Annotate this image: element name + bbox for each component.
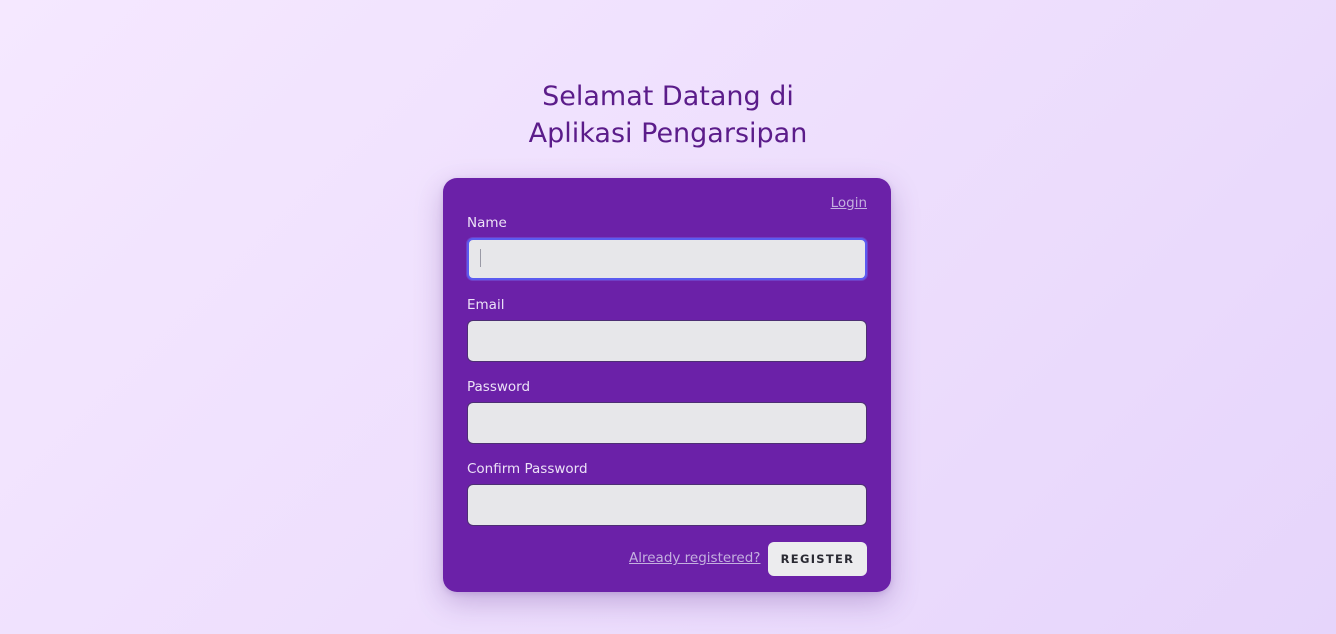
password-input[interactable]	[467, 402, 867, 444]
email-input[interactable]	[467, 320, 867, 362]
register-button[interactable]: REGISTER	[768, 542, 867, 576]
name-label: Name	[467, 215, 507, 231]
already-registered-link[interactable]: Already registered?	[629, 550, 760, 566]
confirm-password-label: Confirm Password	[467, 461, 588, 477]
page-title-line-2: Aplikasi Pengarsipan	[528, 118, 808, 149]
page-title-line-1: Selamat Datang di	[542, 81, 794, 112]
text-caret	[480, 249, 481, 267]
register-card: Login Name Email Password Confirm Passwo…	[443, 178, 891, 592]
email-label: Email	[467, 297, 505, 313]
login-link[interactable]: Login	[831, 195, 867, 211]
password-label: Password	[467, 379, 531, 395]
confirm-password-input[interactable]	[467, 484, 867, 526]
name-input[interactable]	[467, 238, 867, 280]
page-title: Selamat Datang di Aplikasi Pengarsipan	[0, 78, 1336, 152]
